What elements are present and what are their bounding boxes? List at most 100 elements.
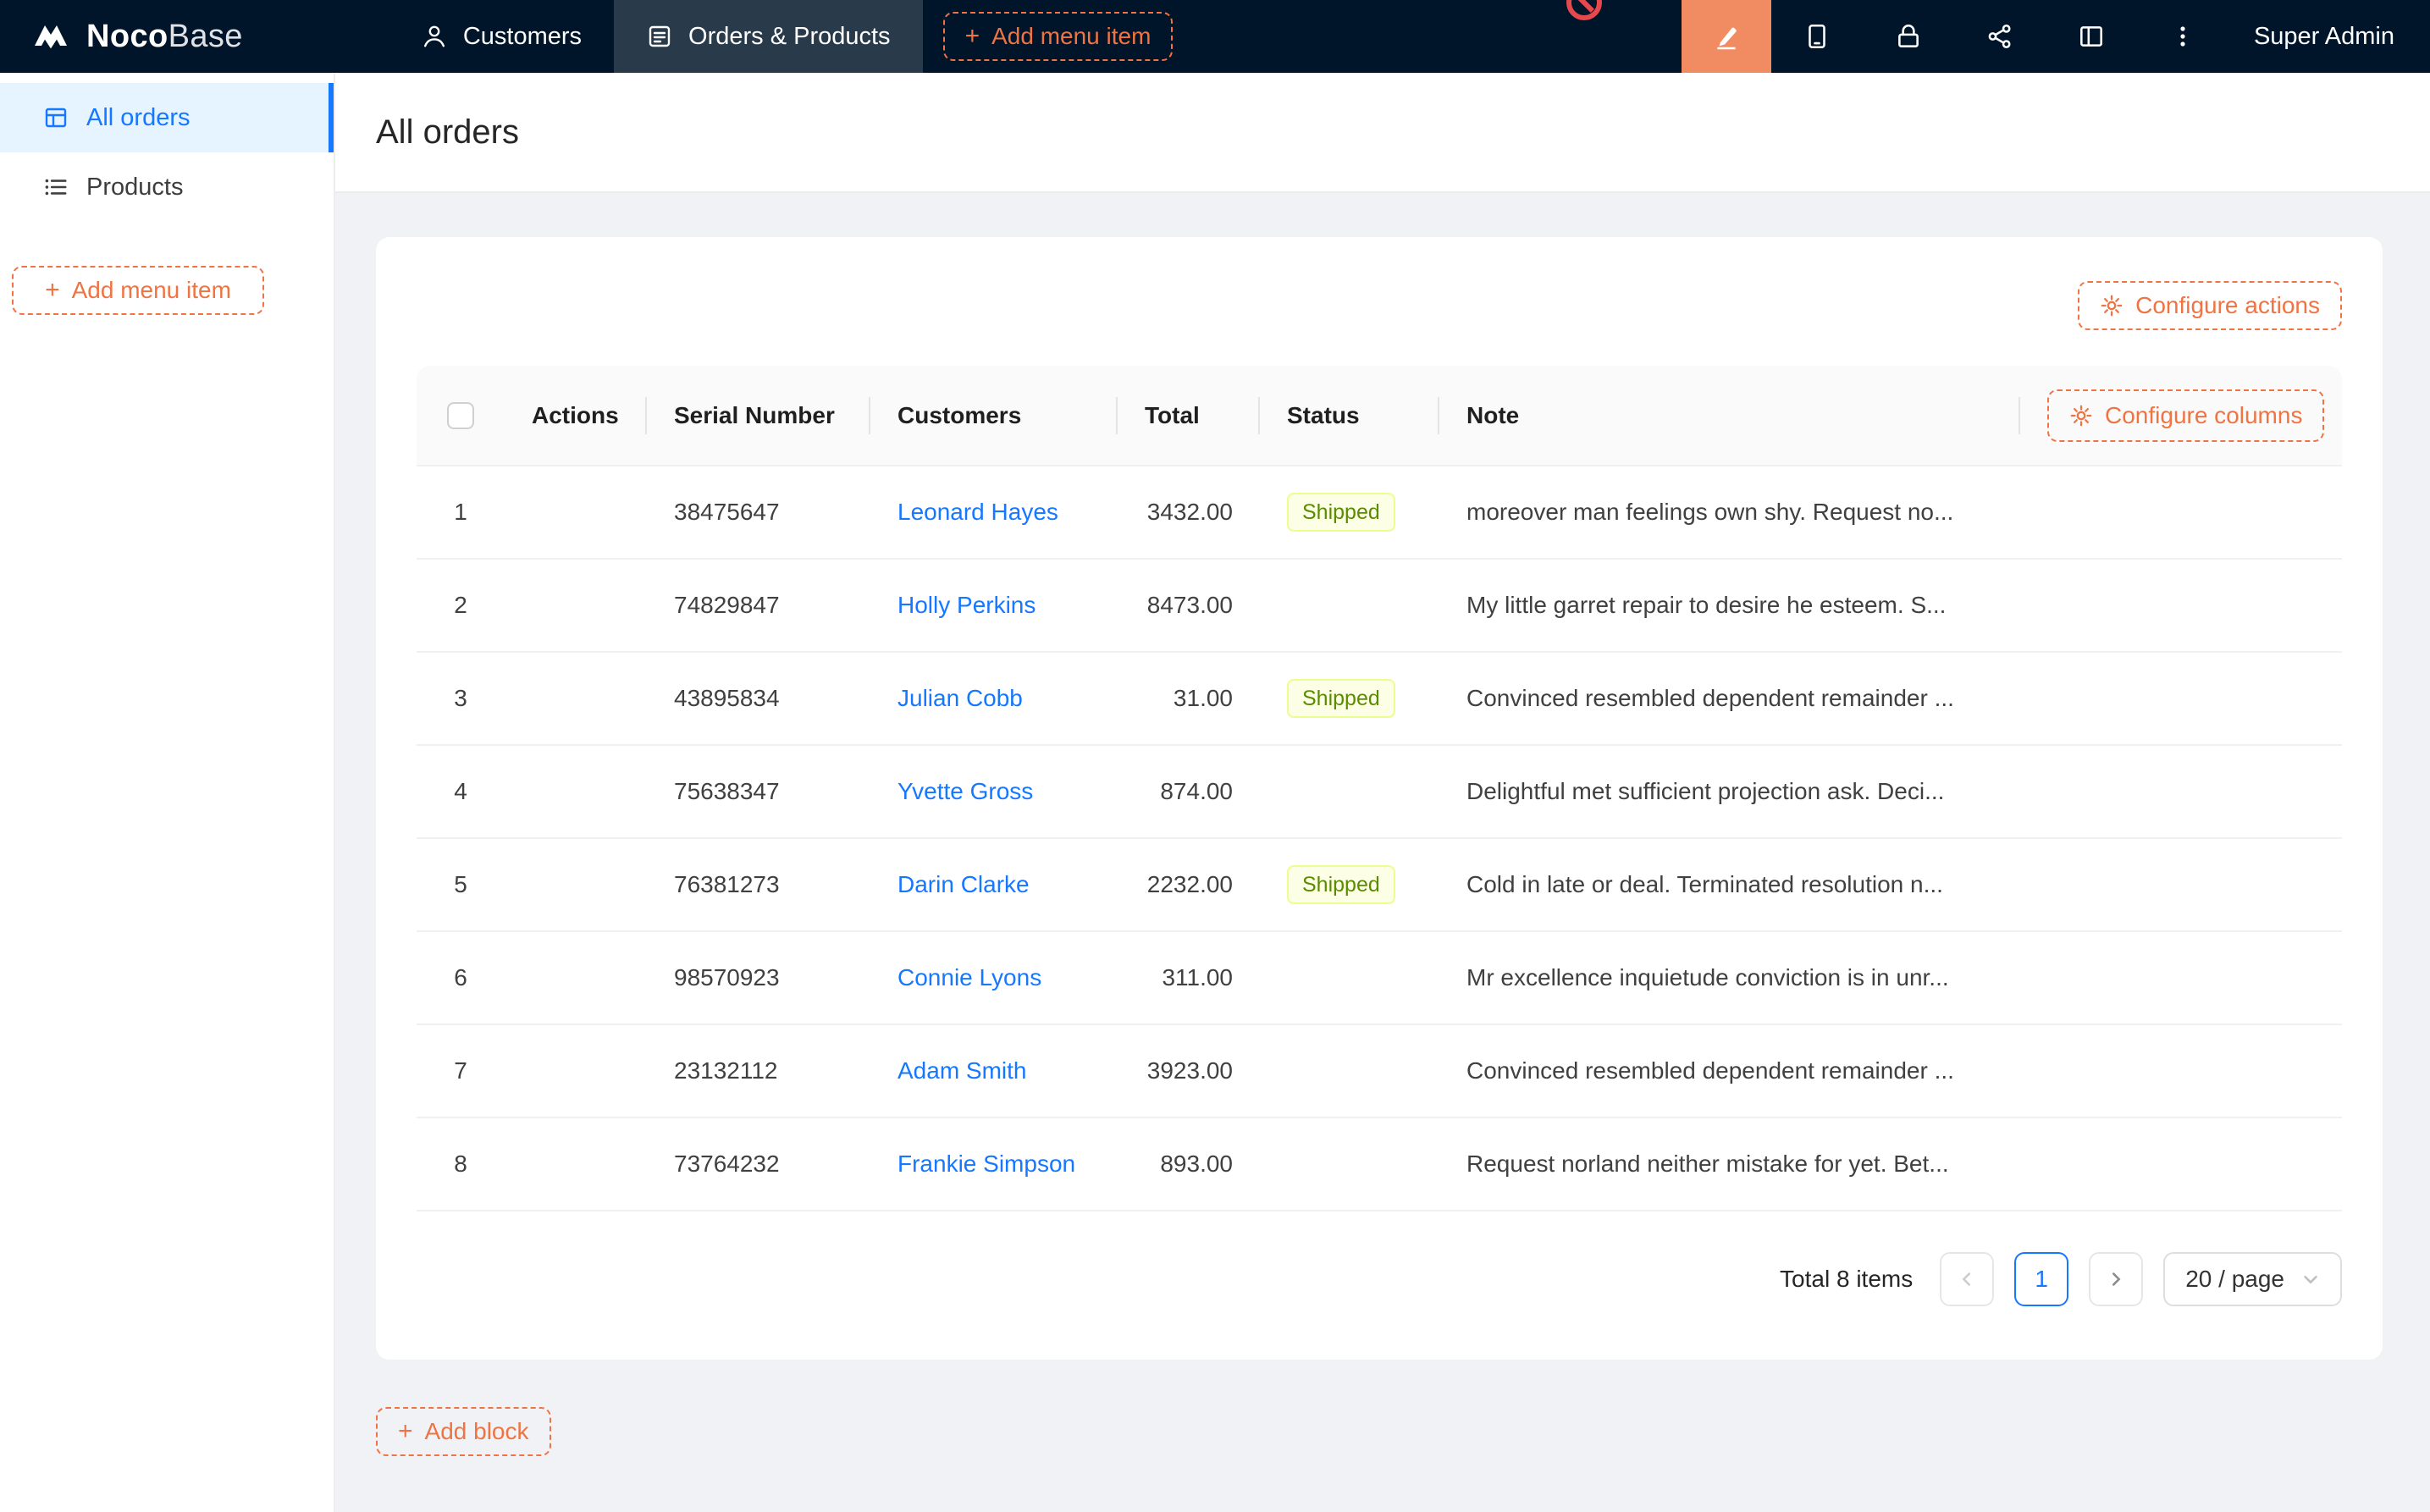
note-cell: moreover man feelings own shy. Request n… [1439, 466, 2020, 559]
select-all-checkbox[interactable] [447, 402, 474, 429]
orders-table-icon [42, 104, 69, 131]
sidebar-item-label: Products [86, 174, 183, 201]
column-header-customers: Customers [870, 366, 1118, 466]
column-header-status: Status [1260, 366, 1439, 466]
configure-columns-label: Configure columns [2105, 402, 2302, 429]
serial-cell: 73764232 [647, 1117, 870, 1211]
configure-actions-label: Configure actions [2135, 292, 2320, 319]
add-menu-item-label: Add menu item [72, 277, 231, 304]
table-row: 6 98570923 Connie Lyons 311.00 Mr excell… [417, 931, 2342, 1024]
ellipsis-vertical-icon [2169, 23, 2196, 50]
page-content: Configure actions Actions Serial Number [335, 193, 2430, 1512]
table-row: 7 23132112 Adam Smith 3923.00 Convinced … [417, 1024, 2342, 1117]
add-menu-item-label: Add menu item [991, 23, 1151, 50]
api-doc-button[interactable] [1954, 0, 2046, 73]
select-all-column-header [417, 366, 505, 466]
table-header-row: Actions Serial Number Customers Total St… [417, 366, 2342, 466]
row-index: 7 [417, 1024, 505, 1117]
table-row: 8 73764232 Frankie Simpson 893.00 Reques… [417, 1117, 2342, 1211]
row-index: 6 [417, 931, 505, 1024]
customer-link[interactable]: Leonard Hayes [897, 499, 1058, 525]
logo-text: NocoBase [86, 19, 243, 55]
status-tag: Shipped [1287, 679, 1395, 718]
customer-link[interactable]: Yvette Gross [897, 778, 1033, 804]
status-tag: Shipped [1287, 865, 1395, 904]
user-menu[interactable]: Super Admin [2228, 0, 2430, 73]
nocobase-logo[interactable]: NocoBase [0, 0, 267, 73]
orders-table-block: Configure actions Actions Serial Number [376, 237, 2383, 1360]
row-index: 2 [417, 559, 505, 652]
serial-cell: 38475647 [647, 466, 870, 559]
plus-icon: + [398, 1419, 413, 1444]
table-row: 4 75638347 Yvette Gross 874.00 Delightfu… [417, 745, 2342, 838]
sidebar: All orders Products + Add menu item [0, 73, 335, 1512]
note-cell: Convinced resembled dependent remainder … [1439, 652, 2020, 745]
total-cell: 2232.00 [1118, 838, 1260, 931]
next-page-button[interactable] [2089, 1252, 2143, 1306]
column-header-total: Total [1118, 366, 1260, 466]
actions-cell [505, 1117, 647, 1211]
actions-cell [505, 466, 647, 559]
lock-button[interactable] [1863, 0, 1954, 73]
table-row: 1 38475647 Leonard Hayes 3432.00 Shipped… [417, 466, 2342, 559]
pagination: Total 8 items 1 [417, 1252, 2342, 1306]
plus-icon: + [45, 278, 60, 303]
prev-page-button[interactable] [1940, 1252, 1994, 1306]
ui-editor-button[interactable] [1682, 0, 1771, 73]
page-title: All orders [376, 113, 519, 152]
table-actions-row: Configure actions [417, 281, 2342, 330]
table-row: 3 43895834 Julian Cobb 31.00 Shipped Con… [417, 652, 2342, 745]
note-cell: Delightful met sufficient projection ask… [1439, 745, 2020, 838]
add-menu-item-button-navbar[interactable]: + Add menu item [943, 12, 1174, 61]
top-navbar: NocoBase Customers Orders & Products + A… [0, 0, 2430, 73]
not-allowed-cursor-icon [1566, 0, 1602, 20]
page-header: All orders [335, 73, 2430, 193]
mobile-preview-button[interactable] [1771, 0, 1863, 73]
serial-cell: 23132112 [647, 1024, 870, 1117]
nav-tab-orders-products[interactable]: Orders & Products [614, 0, 923, 73]
mobile-icon [1803, 22, 1831, 51]
note-cell: Convinced resembled dependent remainder … [1439, 1024, 2020, 1117]
configure-columns-button[interactable]: Configure columns [2047, 389, 2324, 442]
column-header-serial-number: Serial Number [647, 366, 870, 466]
customer-link[interactable]: Julian Cobb [897, 685, 1023, 711]
nav-tab-label: Customers [463, 23, 582, 51]
customer-link[interactable]: Frankie Simpson [897, 1151, 1075, 1177]
more-button[interactable] [2137, 0, 2228, 73]
actions-cell [505, 745, 647, 838]
customer-link[interactable]: Connie Lyons [897, 964, 1041, 991]
column-header-note: Note [1439, 366, 2020, 466]
serial-cell: 74829847 [647, 559, 870, 652]
sidebar-item-all-orders[interactable]: All orders [0, 83, 334, 152]
total-cell: 8473.00 [1118, 559, 1260, 652]
share-icon [1985, 22, 2014, 51]
page-size-select[interactable]: 20 / page [2163, 1252, 2342, 1306]
add-block-label: Add block [425, 1418, 529, 1445]
sidebar-item-products[interactable]: Products [0, 152, 334, 222]
row-index: 8 [417, 1117, 505, 1211]
row-index: 1 [417, 466, 505, 559]
layout-icon [2077, 22, 2106, 51]
gear-icon [2069, 404, 2093, 428]
total-cell: 893.00 [1118, 1117, 1260, 1211]
total-cell: 3923.00 [1118, 1024, 1260, 1117]
gear-icon [2100, 294, 2123, 317]
configure-actions-button[interactable]: Configure actions [2078, 281, 2342, 330]
serial-cell: 43895834 [647, 652, 870, 745]
actions-cell [505, 1024, 647, 1117]
nav-tab-label: Orders & Products [688, 23, 891, 51]
table-row: 5 76381273 Darin Clarke 2232.00 Shipped … [417, 838, 2342, 931]
page-size-value: 20 / page [2185, 1266, 2284, 1293]
chevron-down-icon [2301, 1270, 2320, 1289]
table-row: 2 74829847 Holly Perkins 8473.00 My litt… [417, 559, 2342, 652]
page-1-button[interactable]: 1 [2014, 1252, 2068, 1306]
customer-link[interactable]: Darin Clarke [897, 871, 1030, 897]
add-menu-item-button-sidebar[interactable]: + Add menu item [12, 266, 264, 315]
total-cell: 3432.00 [1118, 466, 1260, 559]
layout-button[interactable] [2046, 0, 2137, 73]
customer-link[interactable]: Holly Perkins [897, 592, 1036, 618]
add-block-button[interactable]: + Add block [376, 1407, 551, 1456]
nav-tab-customers[interactable]: Customers [389, 0, 614, 73]
form-icon [646, 23, 673, 50]
customer-link[interactable]: Adam Smith [897, 1057, 1027, 1084]
